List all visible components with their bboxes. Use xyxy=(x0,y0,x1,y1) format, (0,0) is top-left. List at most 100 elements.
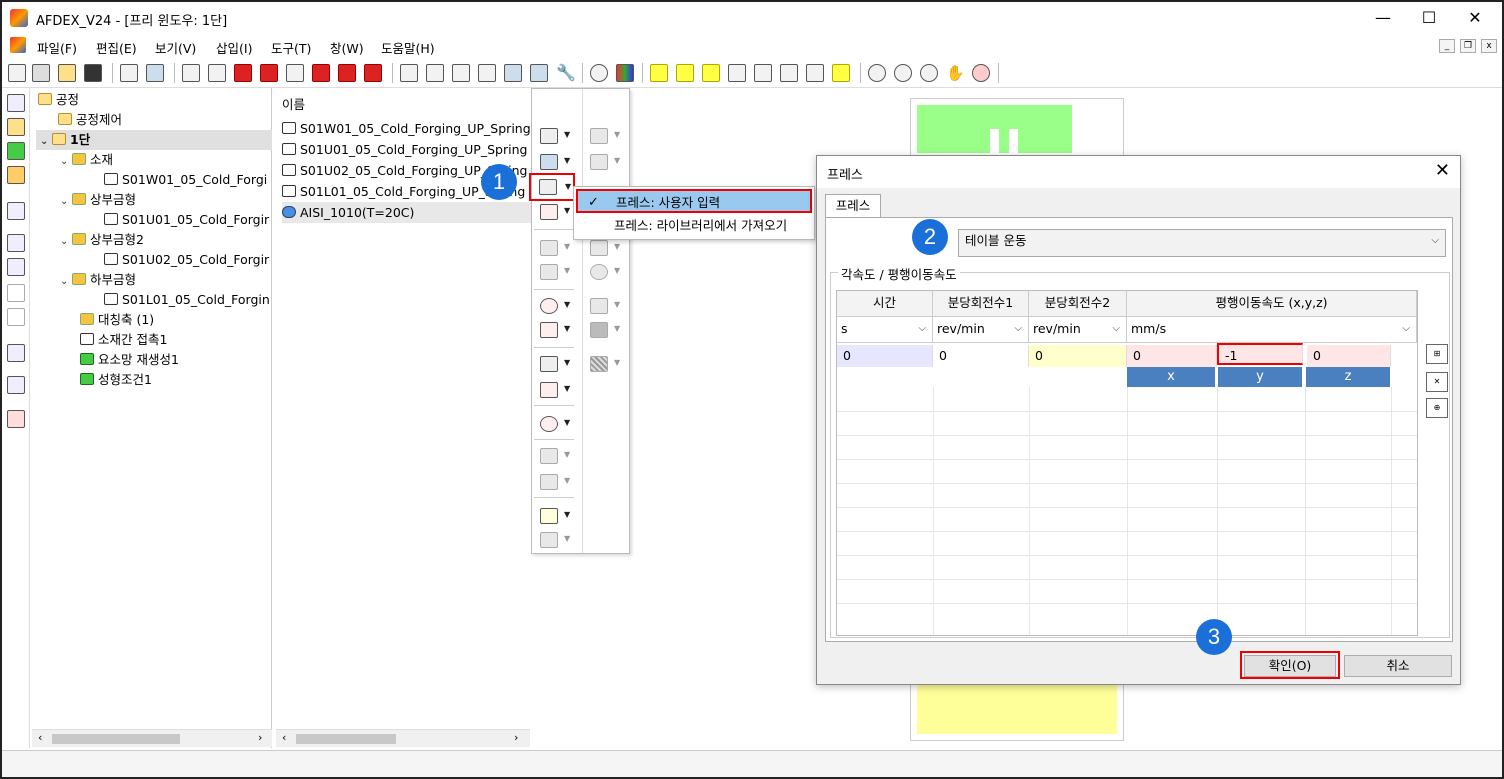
palette-disabled-button[interactable]: ▼ xyxy=(584,319,624,341)
user-icon[interactable] xyxy=(7,376,25,394)
palette-disabled-button[interactable]: ▼ xyxy=(534,237,574,259)
box-icon[interactable] xyxy=(7,284,25,302)
new-file-icon[interactable] xyxy=(8,64,26,82)
menu-item-press-library[interactable]: 프레스: 라이브러리에서 가져오기 xyxy=(576,214,812,238)
palette-die-button[interactable]: ▼ xyxy=(534,151,574,173)
tree-item-part[interactable]: S01L01_05_Cold_Forgin xyxy=(36,290,272,310)
hidden-line-icon[interactable] xyxy=(780,64,798,82)
menu-view[interactable]: 보기(V) xyxy=(155,38,196,57)
palette-boundary-button[interactable]: ▼ xyxy=(534,379,574,401)
scroll-right-icon[interactable]: › xyxy=(514,731,518,744)
import-icon[interactable] xyxy=(120,64,138,82)
menu-window[interactable]: 창(W) xyxy=(330,38,364,57)
unit-select-rpm2[interactable]: rev/min ⌵ xyxy=(1029,317,1127,343)
view-section-icon[interactable] xyxy=(364,64,382,82)
exchange-icon[interactable] xyxy=(806,64,824,82)
chevron-down-icon[interactable]: ⌄ xyxy=(60,232,72,252)
tree-item-part[interactable]: S01U02_05_Cold_Forgir xyxy=(36,250,272,270)
shade-view-icon[interactable] xyxy=(676,64,694,82)
rotate-view-icon[interactable] xyxy=(972,64,990,82)
layout-icon[interactable] xyxy=(7,234,25,252)
view-right-icon[interactable] xyxy=(286,64,304,82)
minimize-button[interactable]: — xyxy=(1360,2,1406,34)
insert-row-icon[interactable]: ⊞ xyxy=(1426,344,1448,364)
palette-heat-button[interactable]: ▼ xyxy=(534,353,574,375)
display-icon[interactable] xyxy=(7,202,25,220)
chevron-down-icon[interactable]: ⌄ xyxy=(40,132,52,152)
tree-item-upper-die[interactable]: ⌄ 상부금형 xyxy=(36,190,272,210)
axis-z-button[interactable]: z xyxy=(1306,367,1390,387)
palette-limit-button[interactable]: ▼ xyxy=(534,413,574,435)
menu-item-press-user-input[interactable]: ✓ 프레스: 사용자 입력 xyxy=(576,189,812,213)
close-button[interactable]: ✕ xyxy=(1452,2,1498,34)
rotate-y-icon[interactable] xyxy=(426,64,444,82)
view-left-icon[interactable] xyxy=(260,64,278,82)
mdi-close-button[interactable]: x xyxy=(1481,39,1497,53)
palette-hatch-button[interactable]: ▼ xyxy=(584,353,624,375)
scrollbar-thumb[interactable] xyxy=(296,734,396,744)
unit-select-rpm1[interactable]: rev/min ⌵ xyxy=(933,317,1029,343)
list-item[interactable]: AISI_1010(T=20C) xyxy=(282,202,532,223)
tab-press[interactable]: 프레스 xyxy=(825,194,881,218)
view-iso-icon[interactable] xyxy=(182,64,200,82)
scroll-left-icon[interactable]: ‹ xyxy=(38,731,42,744)
export-icon[interactable] xyxy=(146,64,164,82)
monitor-yellow-icon[interactable] xyxy=(7,166,25,184)
scroll-right-icon[interactable]: › xyxy=(258,731,262,744)
tree-item-material[interactable]: ⌄ 소재 xyxy=(36,150,272,170)
palette-disabled-button[interactable]: ▼ xyxy=(584,125,624,147)
mdi-restore-button[interactable]: ❐ xyxy=(1460,39,1476,53)
view-back-icon[interactable] xyxy=(234,64,252,82)
palette-disabled-button[interactable]: ▼ xyxy=(584,295,624,317)
ok-button[interactable]: 확인(O) xyxy=(1244,655,1336,677)
palette-material-button[interactable]: ▼ xyxy=(534,125,574,147)
mesh-view-icon[interactable] xyxy=(754,64,772,82)
doc-icon[interactable] xyxy=(10,37,26,53)
cell-time[interactable]: 0 xyxy=(837,345,933,367)
zoom-in-icon[interactable] xyxy=(894,64,912,82)
tree-view-icon[interactable] xyxy=(7,94,25,112)
menu-edit[interactable]: 편집(E) xyxy=(96,38,137,57)
cell-translation-x[interactable]: 0 xyxy=(1127,345,1217,367)
sync-icon[interactable] xyxy=(530,64,548,82)
tree-item-forming-condition[interactable]: 성형조건1 xyxy=(36,370,272,390)
hand-tool-icon[interactable] xyxy=(7,118,25,136)
mdi-minimize-button[interactable]: _ xyxy=(1439,39,1455,53)
cell-translation-y[interactable]: -1 xyxy=(1217,343,1303,365)
scrollbar-thumb[interactable] xyxy=(52,734,180,744)
palette-disabled-button[interactable]: ▼ xyxy=(534,261,574,283)
tree-item-process-control[interactable]: 공정제어 xyxy=(36,110,272,130)
flip-icon[interactable] xyxy=(478,64,496,82)
palette-friction-button[interactable]: ▼ xyxy=(534,319,574,341)
rotate-z-icon[interactable] xyxy=(452,64,470,82)
menu-tools[interactable]: 도구(T) xyxy=(271,38,311,57)
zoom-window-icon[interactable] xyxy=(920,64,938,82)
tree-item-contact[interactable]: 소재간 접촉1 xyxy=(36,330,272,350)
list-item[interactable]: S01U01_05_Cold_Forging_UP_Spring xyxy=(282,139,532,160)
open-disabled-icon[interactable] xyxy=(32,64,50,82)
zoom-fit-icon[interactable] xyxy=(868,64,886,82)
tree-item-process[interactable]: 공정 xyxy=(36,90,272,110)
palette-load-button[interactable]: ▼ xyxy=(534,201,574,223)
tree-item-lower-die[interactable]: ⌄ 하부금형 xyxy=(36,270,272,290)
cell-rpm2[interactable]: 0 xyxy=(1029,345,1127,367)
palette-disabled-button[interactable]: ▼ xyxy=(584,237,624,259)
camera-icon[interactable] xyxy=(590,64,608,82)
tree-horizontal-scrollbar[interactable]: ‹ › xyxy=(32,729,272,747)
chevron-down-icon[interactable]: ⌄ xyxy=(60,192,72,212)
pan-hand-icon[interactable]: ✋ xyxy=(946,64,965,82)
tree-item-stage-1[interactable]: ⌄ 1단 xyxy=(36,130,272,150)
palette-line-button[interactable]: ▼ xyxy=(534,505,574,527)
chevron-down-icon[interactable]: ⌄ xyxy=(60,272,72,292)
scroll-left-icon[interactable]: ‹ xyxy=(282,731,286,744)
palette-disabled-button[interactable]: ▼ xyxy=(534,445,574,467)
palette-ring-button[interactable]: ▼ xyxy=(584,261,624,283)
unit-select-translation[interactable]: mm/s ⌵ xyxy=(1127,317,1417,343)
property-icon[interactable] xyxy=(7,344,25,362)
tree-item-part[interactable]: S01W01_05_Cold_Forgi xyxy=(36,170,272,190)
add-row-icon[interactable]: ⊕ xyxy=(1426,398,1448,418)
tree-item-part[interactable]: S01U01_05_Cold_Forgir xyxy=(36,210,272,230)
palette-disabled-button[interactable]: ▼ xyxy=(584,151,624,173)
hierarchy-icon[interactable] xyxy=(7,258,25,276)
menu-file[interactable]: 파일(F) xyxy=(37,38,77,57)
